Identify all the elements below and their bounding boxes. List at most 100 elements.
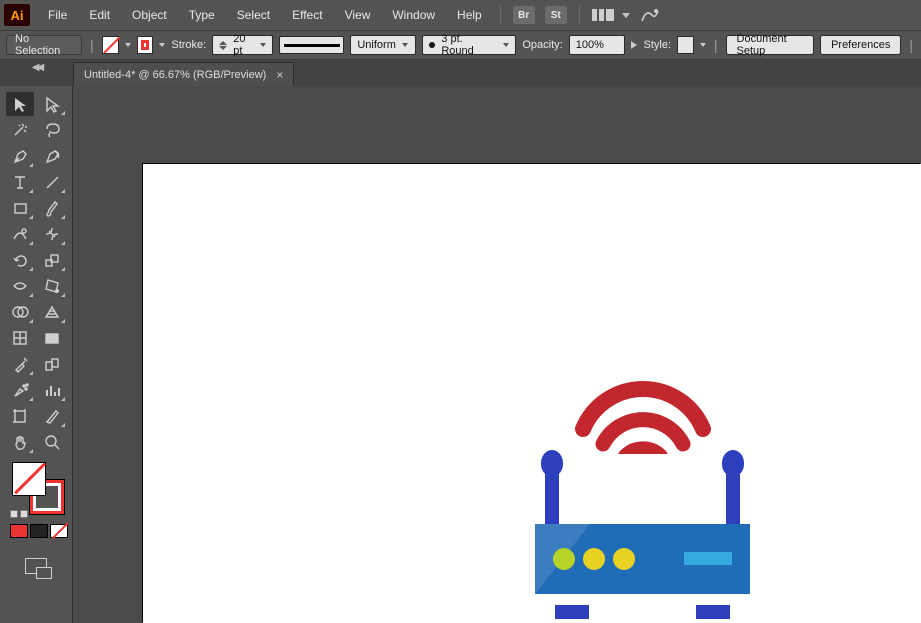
magic-wand-tool[interactable] bbox=[6, 118, 34, 142]
document-tab[interactable]: Untitled-4* @ 66.67% (RGB/Preview) × bbox=[73, 62, 294, 86]
shaper-tool[interactable] bbox=[6, 222, 34, 246]
brush-dot-icon bbox=[429, 42, 435, 48]
scale-tool[interactable] bbox=[38, 248, 66, 272]
menu-select[interactable]: Select bbox=[227, 4, 280, 26]
app-logo-icon: Ai bbox=[4, 4, 30, 26]
selection-status-label: No Selection bbox=[15, 33, 73, 57]
fill-stroke-indicator[interactable] bbox=[12, 462, 64, 514]
menu-separator bbox=[579, 6, 580, 24]
graphic-style-swatch[interactable] bbox=[677, 36, 694, 54]
variable-width-profile[interactable] bbox=[279, 36, 344, 54]
mesh-tool[interactable] bbox=[6, 326, 34, 350]
stroke-weight-value: 20 pt bbox=[233, 33, 254, 57]
stroke-swatch[interactable] bbox=[137, 36, 154, 54]
menu-type[interactable]: Type bbox=[179, 4, 225, 26]
router-port bbox=[684, 552, 732, 565]
menu-separator bbox=[500, 6, 501, 24]
brush-definition-select[interactable]: 3 pt. Round bbox=[422, 35, 516, 55]
eyedropper-tool[interactable] bbox=[6, 352, 34, 376]
eraser-tool[interactable] bbox=[38, 222, 66, 246]
stock-icon[interactable]: St bbox=[545, 6, 567, 24]
chevron-right-icon[interactable] bbox=[631, 41, 637, 49]
selection-tool[interactable] bbox=[6, 92, 34, 116]
menu-window[interactable]: Window bbox=[382, 4, 445, 26]
router-led bbox=[613, 548, 635, 570]
separator: | bbox=[712, 37, 720, 53]
pen-tool[interactable] bbox=[6, 144, 34, 168]
color-mode-none[interactable] bbox=[50, 524, 68, 538]
router-led bbox=[583, 548, 605, 570]
wifi-signal-icon bbox=[573, 374, 713, 454]
menu-bar: Ai File Edit Object Type Select Effect V… bbox=[0, 0, 921, 30]
rectangle-tool[interactable] bbox=[6, 196, 34, 220]
color-mode-color[interactable] bbox=[10, 524, 28, 538]
arrange-documents-icon[interactable] bbox=[592, 7, 614, 23]
chevron-down-icon bbox=[402, 43, 408, 47]
blend-tool[interactable] bbox=[38, 352, 66, 376]
separator: | bbox=[88, 37, 96, 53]
control-bar: No Selection | Stroke: 20 pt Uniform 3 p… bbox=[0, 30, 921, 60]
artboard[interactable] bbox=[143, 164, 921, 623]
collapse-panels-icon[interactable]: ◀◀ bbox=[32, 62, 41, 73]
stroke-weight-input[interactable]: 20 pt bbox=[212, 35, 273, 55]
perspective-grid-tool[interactable] bbox=[38, 300, 66, 324]
router-foot bbox=[555, 605, 589, 619]
brush-label: 3 pt. Round bbox=[441, 33, 497, 57]
opacity-label: Opacity: bbox=[522, 39, 562, 51]
column-graph-tool[interactable] bbox=[38, 378, 66, 402]
menu-help[interactable]: Help bbox=[447, 4, 492, 26]
router-body bbox=[535, 524, 750, 594]
lasso-tool[interactable] bbox=[38, 118, 66, 142]
chevron-down-icon bbox=[260, 43, 266, 47]
width-tool[interactable] bbox=[6, 274, 34, 298]
gradient-tool[interactable] bbox=[38, 326, 66, 350]
menu-file[interactable]: File bbox=[38, 4, 77, 26]
close-tab-icon[interactable]: × bbox=[276, 68, 283, 82]
document-setup-button[interactable]: Document Setup bbox=[726, 35, 815, 55]
symbol-sprayer-tool[interactable] bbox=[6, 378, 34, 402]
gpu-preview-icon[interactable] bbox=[640, 7, 660, 23]
menu-effect[interactable]: Effect bbox=[282, 4, 332, 26]
menu-edit[interactable]: Edit bbox=[79, 4, 120, 26]
rotate-tool[interactable] bbox=[6, 248, 34, 272]
preferences-button[interactable]: Preferences bbox=[820, 35, 901, 55]
style-label: Style: bbox=[643, 39, 671, 51]
router-led bbox=[553, 548, 575, 570]
chevron-down-icon[interactable] bbox=[622, 13, 630, 18]
type-tool[interactable] bbox=[6, 170, 34, 194]
profile-label: Uniform bbox=[357, 39, 396, 51]
screen-mode-button[interactable] bbox=[4, 558, 68, 574]
canvas-area[interactable] bbox=[73, 86, 921, 623]
screen-mode-icon bbox=[25, 558, 47, 574]
curvature-tool[interactable] bbox=[38, 144, 66, 168]
document-tab-strip: ◀◀ Untitled-4* @ 66.67% (RGB/Preview) × bbox=[0, 60, 921, 86]
chevron-down-icon bbox=[503, 43, 509, 47]
slice-tool[interactable] bbox=[38, 404, 66, 428]
selection-status: No Selection bbox=[6, 35, 82, 55]
opacity-input[interactable]: 100% bbox=[569, 35, 626, 55]
menu-object[interactable]: Object bbox=[122, 4, 177, 26]
chevron-down-icon[interactable] bbox=[125, 43, 131, 47]
fill-indicator[interactable] bbox=[12, 462, 46, 496]
router-foot bbox=[696, 605, 730, 619]
zoom-tool[interactable] bbox=[38, 430, 66, 454]
stroke-label: Stroke: bbox=[171, 39, 206, 51]
swap-default-colors-icon[interactable] bbox=[10, 510, 28, 518]
chevron-down-icon[interactable] bbox=[159, 43, 165, 47]
shape-builder-tool[interactable] bbox=[6, 300, 34, 324]
fill-swatch[interactable] bbox=[102, 36, 119, 54]
artwork-router[interactable] bbox=[535, 374, 750, 619]
color-mode-row bbox=[4, 524, 68, 538]
paintbrush-tool[interactable] bbox=[38, 196, 66, 220]
direct-selection-tool[interactable] bbox=[38, 92, 66, 116]
free-transform-tool[interactable] bbox=[38, 274, 66, 298]
tools-panel bbox=[0, 86, 73, 623]
menu-view[interactable]: View bbox=[335, 4, 381, 26]
color-mode-gradient[interactable] bbox=[30, 524, 48, 538]
artboard-tool[interactable] bbox=[6, 404, 34, 428]
chevron-down-icon[interactable] bbox=[700, 43, 706, 47]
line-segment-tool[interactable] bbox=[38, 170, 66, 194]
bridge-icon[interactable]: Br bbox=[513, 6, 535, 24]
hand-tool[interactable] bbox=[6, 430, 34, 454]
variable-width-profile-select[interactable]: Uniform bbox=[350, 35, 416, 55]
